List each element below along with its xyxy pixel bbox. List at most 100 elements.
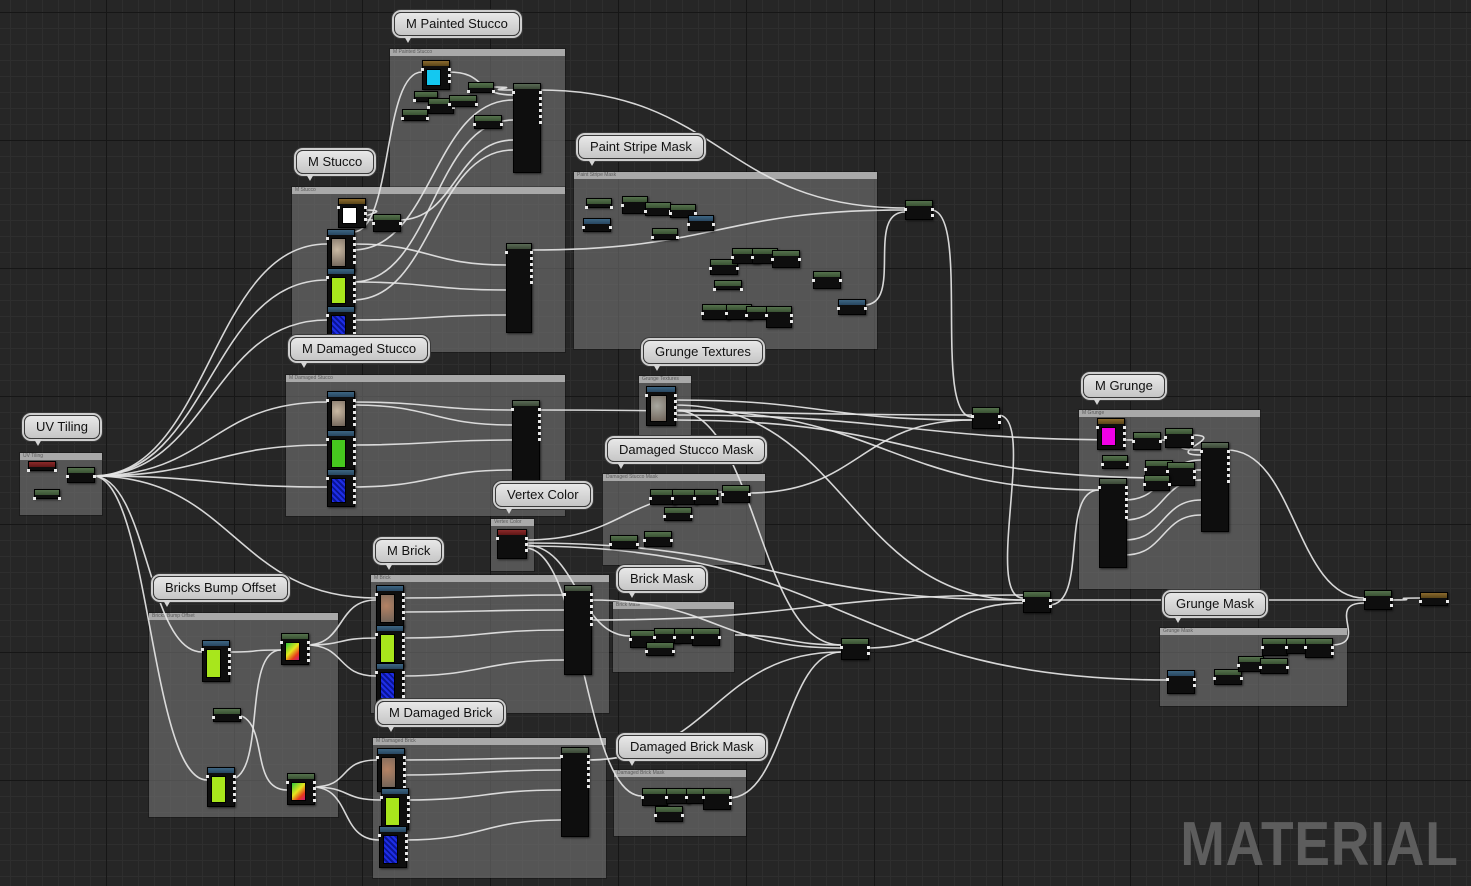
input-pin[interactable] [326, 438, 329, 441]
output-pin[interactable] [674, 394, 677, 397]
input-pin[interactable] [372, 222, 375, 225]
input-pin[interactable] [653, 636, 656, 639]
output-pin[interactable] [307, 653, 310, 656]
output-pin[interactable] [353, 411, 356, 414]
output-pin[interactable] [525, 549, 528, 552]
math-node[interactable] [212, 708, 242, 722]
input-pin[interactable] [745, 314, 748, 317]
input-pin[interactable] [496, 537, 499, 540]
input-pin[interactable] [1363, 598, 1366, 601]
comment-bubble-m-brick[interactable]: M Brick [375, 539, 443, 570]
input-pin[interactable] [1285, 646, 1288, 649]
output-pin[interactable] [716, 497, 719, 500]
input-pin[interactable] [709, 267, 712, 270]
comment-bubble-paint-stripe-mask[interactable]: Paint Stripe Mask [578, 135, 704, 166]
input-pin[interactable] [66, 475, 69, 478]
output-pin[interactable] [530, 257, 533, 260]
input-pin[interactable] [1200, 450, 1203, 453]
connection-wire[interactable] [734, 634, 842, 646]
comment-bubble-damaged-stucco-mask[interactable]: Damaged Stucco Mask [607, 438, 766, 469]
output-pin[interactable] [676, 236, 679, 239]
input-pin[interactable] [725, 312, 728, 315]
input-pin[interactable] [511, 408, 514, 411]
math-node[interactable] [643, 531, 673, 547]
math-node[interactable] [693, 489, 719, 505]
output-pin[interactable] [353, 501, 356, 504]
texture-sample-node[interactable] [375, 585, 405, 627]
output-pin[interactable] [364, 212, 367, 215]
output-pin[interactable] [587, 773, 590, 776]
output-pin[interactable] [672, 650, 675, 653]
output-pin[interactable] [530, 251, 533, 254]
output-pin[interactable] [402, 617, 405, 620]
output-pin[interactable] [1286, 666, 1289, 669]
output-pin[interactable] [307, 641, 310, 644]
output-pin[interactable] [864, 307, 867, 310]
output-pin[interactable] [407, 808, 410, 811]
output-pin[interactable] [1390, 598, 1393, 601]
comment-bubble-m-grunge[interactable]: M Grunge [1083, 374, 1165, 405]
output-pin[interactable] [364, 206, 367, 209]
output-pin[interactable] [539, 103, 542, 106]
input-pin[interactable] [1096, 426, 1099, 429]
output-pin[interactable] [674, 412, 677, 415]
bump-offset-node[interactable] [280, 633, 310, 665]
comment-bubble-vertex-color[interactable]: Vertex Color [495, 483, 591, 514]
output-pin[interactable] [998, 415, 1001, 418]
make-material-attributes-node[interactable] [505, 243, 533, 333]
connection-wire[interactable] [930, 209, 973, 418]
output-pin[interactable] [353, 399, 356, 402]
output-pin[interactable] [712, 223, 715, 226]
math-node[interactable] [721, 485, 751, 503]
input-pin[interactable] [326, 314, 329, 317]
output-pin[interactable] [530, 275, 533, 278]
output-pin[interactable] [690, 515, 693, 518]
math-node[interactable] [448, 95, 478, 107]
output-pin[interactable] [1123, 438, 1126, 441]
output-pin[interactable] [1049, 599, 1052, 602]
math-node[interactable] [1304, 638, 1334, 658]
input-pin[interactable] [691, 636, 694, 639]
output-pin[interactable] [1123, 432, 1126, 435]
output-pin[interactable] [525, 537, 528, 540]
output-pin[interactable] [590, 623, 593, 626]
input-pin[interactable] [380, 796, 383, 799]
output-pin[interactable] [353, 495, 356, 498]
output-pin[interactable] [475, 103, 478, 106]
texture-sample-node[interactable] [326, 268, 356, 308]
comment-bubble-m-damaged-brick[interactable]: M Damaged Brick [377, 701, 505, 732]
output-pin[interactable] [405, 858, 408, 861]
input-pin[interactable] [201, 648, 204, 651]
input-pin[interactable] [654, 814, 657, 817]
output-pin[interactable] [681, 814, 684, 817]
output-pin[interactable] [353, 417, 356, 420]
math-node[interactable] [1166, 462, 1196, 486]
output-pin[interactable] [407, 814, 410, 817]
comment-bubble-grunge-textures[interactable]: Grunge Textures [643, 340, 763, 371]
make-material-attributes-node[interactable] [560, 747, 590, 837]
math-node[interactable] [1101, 455, 1129, 469]
output-pin[interactable] [402, 599, 405, 602]
output-pin[interactable] [448, 80, 451, 83]
math-node[interactable] [609, 535, 639, 549]
output-pin[interactable] [403, 774, 406, 777]
input-pin[interactable] [713, 288, 716, 291]
output-pin[interactable] [1227, 456, 1230, 459]
input-pin[interactable] [771, 258, 774, 261]
output-pin[interactable] [539, 109, 542, 112]
output-pin[interactable] [492, 90, 495, 93]
input-pin[interactable] [701, 312, 704, 315]
math-node[interactable] [765, 306, 793, 328]
input-pin[interactable] [206, 775, 209, 778]
input-pin[interactable] [687, 223, 690, 226]
output-pin[interactable] [353, 462, 356, 465]
input-pin[interactable] [212, 716, 215, 719]
output-pin[interactable] [1125, 510, 1128, 513]
texture-sample-node[interactable] [201, 640, 231, 682]
texture-sample-node[interactable] [687, 215, 715, 231]
math-node[interactable] [1259, 658, 1289, 674]
output-pin[interactable] [718, 636, 721, 639]
output-pin[interactable] [353, 477, 356, 480]
input-pin[interactable] [27, 469, 30, 472]
texture-sample-node[interactable] [326, 391, 356, 431]
